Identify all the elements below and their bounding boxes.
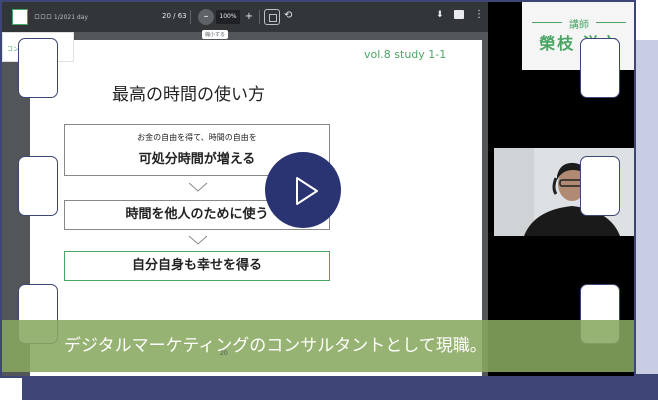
video-frame[interactable]: ロロロ 1/2021 day 20 / 63 – 100% + ⟲ ⬇ ⋮ 縮小… bbox=[0, 0, 636, 378]
fit-page-icon[interactable] bbox=[264, 9, 280, 25]
document-title: ロロロ 1/2021 day bbox=[34, 14, 88, 21]
video-player: ロロロ 1/2021 day 20 / 63 – 100% + ⟲ ⬇ ⋮ 縮小… bbox=[0, 0, 658, 400]
speaker-role: 講師 bbox=[569, 20, 589, 31]
play-icon[interactable] bbox=[295, 176, 319, 206]
flow-box-3: 自分自身も幸せを得る bbox=[64, 251, 330, 281]
slide-page-number: 20 bbox=[220, 350, 228, 357]
zoom-out-button[interactable]: – bbox=[198, 9, 214, 25]
more-options-icon[interactable]: ⋮ bbox=[474, 9, 484, 20]
slide-volume-label: vol.8 study 1-1 bbox=[364, 48, 447, 61]
zoom-in-button[interactable]: + bbox=[242, 9, 256, 25]
zoom-level-field[interactable]: 100% bbox=[216, 10, 240, 24]
flow-box-1-subtext: お金の自由を得て、時間の自由を bbox=[137, 133, 257, 142]
flow-arrow-icon bbox=[188, 235, 208, 245]
app-logo-icon bbox=[12, 9, 28, 25]
zoom-out-tooltip: 縮小する bbox=[202, 30, 229, 39]
rotate-icon[interactable]: ⟲ bbox=[284, 10, 292, 21]
page-indicator[interactable]: 20 / 63 bbox=[162, 12, 187, 20]
slide-title: 最高の時間の使い方 bbox=[112, 85, 265, 105]
filmstrip-hole bbox=[580, 156, 620, 216]
toolbar-divider bbox=[190, 10, 191, 24]
download-icon[interactable]: ⬇ bbox=[436, 10, 444, 20]
subtitle-caption: デジタルマーケティングのコンサルタントとして現職。 bbox=[2, 320, 634, 372]
filmstrip-hole bbox=[18, 156, 58, 216]
flow-arrow-icon bbox=[188, 182, 208, 192]
filmstrip-hole bbox=[580, 38, 620, 98]
toolbar-divider bbox=[259, 10, 260, 24]
nameplate-rule bbox=[596, 22, 626, 23]
filmstrip-hole bbox=[18, 38, 58, 98]
pdf-toolbar: ロロロ 1/2021 day 20 / 63 – 100% + ⟲ ⬇ ⋮ bbox=[2, 2, 488, 32]
print-icon[interactable] bbox=[454, 10, 464, 19]
